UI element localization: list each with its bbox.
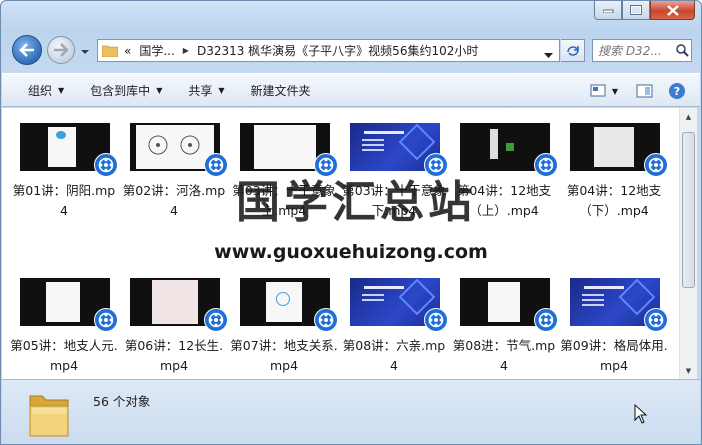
command-bar: 组织 ▼ 包含到库中 ▼ 共享 ▼ 新建文件夹 ▼ ? <box>2 73 700 107</box>
minimize-button[interactable] <box>594 1 622 20</box>
breadcrumb-overflow[interactable]: « <box>124 44 131 58</box>
mouse-cursor-icon <box>634 404 648 424</box>
breadcrumb-item-current[interactable]: D32313 枫华演易《子平八字》视频56集约102小时 <box>197 42 478 59</box>
search-icon[interactable] <box>676 44 689 57</box>
maximize-icon <box>630 5 642 15</box>
file-name: 第06讲：12长生.mp4 <box>124 338 224 373</box>
file-name: 第08讲：六亲.mp4 <box>342 338 446 373</box>
video-player-icon <box>314 308 338 332</box>
close-button[interactable] <box>650 1 695 20</box>
scrollbar-thumb[interactable] <box>682 132 695 288</box>
file-name: 第08进：节气.mp4 <box>452 338 556 373</box>
file-name: 第09讲：格局体用.mp4 <box>560 338 668 373</box>
watermark-url: www.guoxuehuizong.com <box>214 241 488 263</box>
arrow-left-icon <box>19 43 34 57</box>
video-player-icon <box>424 153 448 177</box>
file-item[interactable]: 第05讲：地支人元.mp4 <box>10 278 118 378</box>
video-player-icon <box>534 308 558 332</box>
vertical-scrollbar[interactable]: ▲ ▼ <box>679 108 697 379</box>
file-item[interactable]: 第07讲：地支关系.mp4 <box>230 278 338 378</box>
address-bar[interactable]: « 国学... ▶ D32313 枫华演易《子平八字》视频56集约102小时 <box>97 39 560 62</box>
caption-buttons <box>594 1 695 20</box>
address-dropdown[interactable] <box>544 48 553 62</box>
item-count: 56 个对象 <box>93 394 151 409</box>
file-item[interactable]: 第02讲：河洛.mp4 <box>120 123 228 223</box>
video-player-icon <box>424 308 448 332</box>
search-box[interactable] <box>592 39 692 62</box>
refresh-icon <box>566 45 579 56</box>
chevron-down-icon: ▼ <box>58 85 65 95</box>
details-pane: 56 个对象 <box>2 379 700 444</box>
chevron-down-icon[interactable]: ▼ <box>612 87 618 96</box>
recent-pages-dropdown[interactable] <box>80 45 90 59</box>
chevron-down-icon: ▼ <box>156 85 163 95</box>
scroll-down-icon[interactable]: ▼ <box>680 362 697 379</box>
chevron-down-icon: ▼ <box>218 85 225 95</box>
view-options-icon[interactable] <box>590 84 608 98</box>
refresh-button[interactable] <box>561 39 585 62</box>
file-name: 第01讲：阴阳.mp4 <box>12 183 116 218</box>
video-player-icon <box>534 153 558 177</box>
share-menu[interactable]: 共享 ▼ <box>188 82 224 99</box>
file-name: 第07讲：地支关系.mp4 <box>230 338 338 373</box>
file-item[interactable]: 第06讲：12长生.mp4 <box>120 278 228 378</box>
scroll-up-icon[interactable]: ▲ <box>680 108 697 125</box>
arrow-right-icon <box>54 43 69 57</box>
video-player-icon <box>94 308 118 332</box>
file-name: 第02讲：河洛.mp4 <box>122 183 226 218</box>
chevron-down-icon <box>81 50 89 54</box>
preview-pane-icon[interactable] <box>636 84 654 98</box>
organize-menu[interactable]: 组织 ▼ <box>28 82 64 99</box>
file-item[interactable]: 第01讲：阴阳.mp4 <box>10 123 118 223</box>
video-player-icon <box>94 153 118 177</box>
video-player-icon <box>644 308 668 332</box>
include-in-library-label: 包含到库中 <box>90 83 151 98</box>
breadcrumb: « 国学... ▶ D32313 枫华演易《子平八字》视频56集约102小时 <box>124 42 486 59</box>
file-item[interactable]: 第08讲：六亲.mp4 <box>340 278 448 378</box>
svg-text:?: ? <box>674 85 680 98</box>
back-button[interactable] <box>12 35 42 65</box>
video-player-icon <box>644 153 668 177</box>
toolbar-right: ▼ ? <box>590 82 686 100</box>
maximize-button[interactable] <box>622 1 650 20</box>
watermark-title: 国学汇总站 <box>236 177 476 228</box>
folder-icon <box>29 395 69 437</box>
video-player-icon <box>204 153 228 177</box>
search-input[interactable] <box>598 43 674 58</box>
video-player-icon <box>314 153 338 177</box>
video-player-icon <box>204 308 228 332</box>
file-item[interactable]: 第09讲：格局体用.mp4 <box>560 278 668 378</box>
forward-button[interactable] <box>47 36 75 64</box>
minimize-icon <box>602 9 613 13</box>
breadcrumb-separator-icon[interactable]: ▶ <box>183 46 189 55</box>
chevron-down-icon <box>544 53 553 58</box>
new-folder-button[interactable]: 新建文件夹 <box>251 82 311 99</box>
folder-icon <box>102 45 118 57</box>
organize-label: 组织 <box>28 83 53 98</box>
close-icon <box>666 4 679 16</box>
file-item[interactable]: 第08进：节气.mp4 <box>450 278 558 378</box>
share-label: 共享 <box>188 83 213 98</box>
include-in-library-menu[interactable]: 包含到库中 ▼ <box>90 82 162 99</box>
file-name: 第04讲：12地支（下）.mp4 <box>566 183 662 218</box>
breadcrumb-item-root[interactable]: 国学... <box>139 42 174 59</box>
file-item[interactable]: 第04讲：12地支（下）.mp4 <box>560 123 668 223</box>
help-icon[interactable]: ? <box>668 82 686 100</box>
new-folder-label: 新建文件夹 <box>250 83 311 98</box>
explorer-window: « 国学... ▶ D32313 枫华演易《子平八字》视频56集约102小时 组… <box>0 0 702 445</box>
file-name: 第05讲：地支人元.mp4 <box>10 338 118 373</box>
